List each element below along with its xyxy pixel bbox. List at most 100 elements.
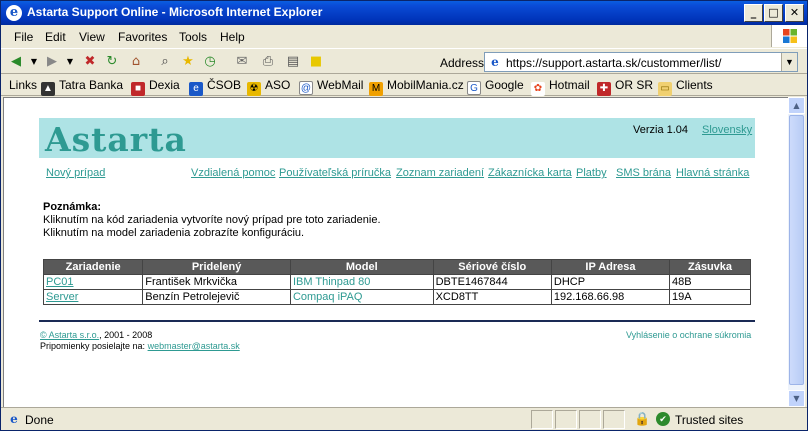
links-label: Links	[9, 78, 38, 92]
link-or-sr[interactable]: ✚ OR SR	[597, 78, 653, 96]
link-label: OR SR	[615, 78, 654, 92]
model-link[interactable]: IBM Thinpad 80	[289, 274, 434, 290]
maximize-button[interactable]: □	[764, 4, 783, 22]
page-viewport: Astarta Verzia 1.04 Slovensky Nový prípa…	[3, 97, 788, 407]
link-csob[interactable]: e ČSOB	[189, 78, 241, 96]
socket-cell: 19A	[669, 289, 751, 305]
nav-payments[interactable]: Platby	[576, 167, 607, 179]
status-text: Done	[25, 413, 54, 427]
folder-icon: ▭	[658, 82, 672, 96]
device-code-link[interactable]: PC01	[42, 274, 144, 290]
ie-logo-icon: e	[6, 5, 22, 21]
home-icon[interactable]: ⌂	[127, 53, 145, 71]
model-link[interactable]: Compaq iPAQ	[289, 289, 434, 305]
nav-home[interactable]: Hlavná stránka	[676, 167, 749, 179]
serial-cell: XCD8TT	[432, 289, 552, 305]
title-bar[interactable]: e Astarta Support Online - Microsoft Int…	[1, 1, 807, 25]
standard-toolbar: ◀ ▼ ▶ ▼ ✖ ↻ ⌂ ⌕ ★ ◷ ✉ ⎙ ▤ ■ Address e ht…	[1, 48, 807, 74]
language-link[interactable]: Slovensky	[702, 124, 752, 136]
scroll-thumb[interactable]	[789, 115, 804, 385]
link-label: MobilMania.cz	[387, 78, 464, 92]
link-tatra-banka[interactable]: ▲ Tatra Banka	[41, 78, 123, 96]
close-button[interactable]: ✕	[785, 4, 804, 22]
col-ip: IP Adresa	[550, 259, 671, 275]
mobilmania-icon: M	[369, 82, 383, 96]
comments-text: Pripomienky posielajte na:	[40, 341, 146, 351]
menu-favorites[interactable]: Favorites	[118, 30, 167, 44]
link-hotmail[interactable]: ✿ Hotmail	[531, 78, 590, 96]
footer-divider	[39, 320, 755, 322]
link-label: ASO	[265, 78, 291, 92]
device-code-link[interactable]: Server	[42, 289, 144, 305]
menu-tools[interactable]: Tools	[179, 30, 207, 44]
trusted-zone-icon: ✔	[656, 412, 670, 426]
lock-icon[interactable]: 🔒	[634, 411, 650, 427]
link-aso[interactable]: ☢ ASO	[247, 78, 290, 96]
link-mobilmania[interactable]: M MobilMania.cz	[369, 78, 464, 96]
serial-cell: DBTE1467844	[432, 274, 552, 290]
tatra-banka-icon: ▲	[41, 82, 55, 96]
table-header-row: Zariadenie Pridelený Model Sériové číslo…	[42, 259, 751, 275]
google-icon: G	[467, 81, 481, 95]
nav-sms-gateway[interactable]: SMS brána	[616, 167, 671, 179]
refresh-icon[interactable]: ↻	[103, 53, 121, 71]
discuss-icon[interactable]: ■	[307, 53, 325, 71]
col-device: Zariadenie	[42, 259, 144, 275]
link-dexia[interactable]: ■ Dexia	[131, 78, 180, 96]
link-google[interactable]: G Google	[467, 78, 524, 95]
note-block: Poznámka: Kliknutím na kód zariadenia vy…	[43, 201, 381, 240]
ie-page-icon: e	[189, 82, 203, 96]
link-clients[interactable]: ▭ Clients	[658, 78, 713, 96]
windows-flag-icon	[783, 29, 797, 43]
copyright-years: , 2001 - 2008	[99, 330, 153, 340]
note-line-2: Kliknutím na model zariadenia zobrazíte …	[43, 227, 305, 239]
windows-logo	[771, 25, 807, 47]
mail-icon[interactable]: ✉	[233, 53, 251, 71]
scroll-down-icon[interactable]: ▼	[788, 390, 805, 407]
nav-device-list[interactable]: Zoznam zariadení	[396, 167, 484, 179]
edit-icon[interactable]: ▤	[284, 53, 302, 71]
table-row: Server Benzín Petrolejevič Compaq iPAQ X…	[42, 289, 751, 305]
nav-customer-card[interactable]: Zákaznícka karta	[488, 167, 572, 179]
window-title: Astarta Support Online - Microsoft Inter…	[27, 5, 323, 19]
back-icon[interactable]: ◀	[7, 53, 25, 71]
favorites-icon[interactable]: ★	[179, 53, 197, 71]
table-row: PC01 František Mrkvička IBM Thinpad 80 D…	[42, 274, 751, 290]
copyright-link[interactable]: © Astarta s.r.o.	[40, 330, 99, 340]
page-header: Astarta Verzia 1.04 Slovensky	[39, 118, 755, 159]
forward-dropdown-icon[interactable]: ▼	[61, 53, 79, 71]
astarta-logo: Astarta	[45, 120, 187, 159]
minimize-button[interactable]: _	[744, 4, 763, 22]
nav-new-case[interactable]: Nový prípad	[46, 167, 105, 179]
browser-window: e Astarta Support Online - Microsoft Int…	[0, 0, 808, 431]
menu-help[interactable]: Help	[220, 30, 245, 44]
address-url[interactable]: https://support.astarta.sk/custommer/lis…	[506, 56, 721, 70]
back-dropdown-icon[interactable]: ▼	[25, 53, 43, 71]
nav-remote-help[interactable]: Vzdialená pomoc	[191, 167, 275, 179]
webmaster-email-link[interactable]: webmaster@astarta.sk	[148, 341, 240, 351]
forward-icon[interactable]: ▶	[43, 53, 61, 71]
menu-edit[interactable]: Edit	[45, 30, 66, 44]
nav-user-guide[interactable]: Používateľská príručka	[279, 167, 391, 179]
link-label: WebMail	[317, 78, 364, 92]
status-pane	[531, 410, 553, 429]
security-zone-text[interactable]: Trusted sites	[675, 413, 743, 427]
menu-view[interactable]: View	[79, 30, 105, 44]
vertical-scrollbar[interactable]: ▲ ▼	[788, 97, 805, 407]
search-icon[interactable]: ⌕	[156, 53, 174, 71]
butterfly-icon: ✿	[531, 82, 545, 96]
stop-icon[interactable]: ✖	[81, 53, 99, 71]
address-input[interactable]: e https://support.astarta.sk/custommer/l…	[484, 52, 798, 72]
privacy-link[interactable]: Vyhlásenie o ochrane súkromia	[626, 330, 751, 340]
menu-bar: File Edit View Favorites Tools Help	[1, 25, 771, 47]
print-icon[interactable]: ⎙	[259, 53, 277, 71]
address-dropdown-icon[interactable]: ▼	[781, 53, 797, 71]
scroll-up-icon[interactable]: ▲	[788, 97, 805, 114]
link-label: Clients	[676, 78, 713, 92]
col-assigned: Pridelený	[142, 259, 291, 275]
link-webmail[interactable]: @ WebMail	[299, 78, 363, 95]
history-icon[interactable]: ◷	[201, 53, 219, 71]
address-label: Address	[440, 56, 485, 70]
footer-left: © Astarta s.r.o., 2001 - 2008 Pripomienk…	[40, 330, 240, 352]
menu-file[interactable]: File	[14, 30, 33, 44]
